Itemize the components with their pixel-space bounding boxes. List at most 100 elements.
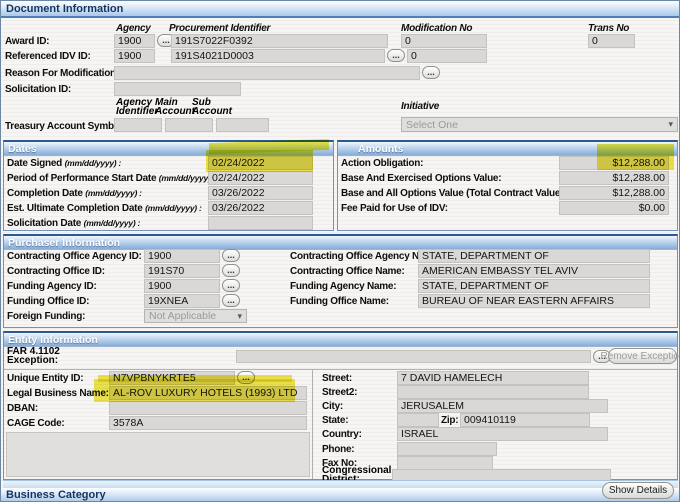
divider xyxy=(4,369,677,370)
section-header-purchaser-information: Purchaser Information xyxy=(4,236,677,250)
base-all-options-field[interactable]: $12,288.00 xyxy=(559,186,669,200)
award-id-label: Award ID: xyxy=(5,35,49,48)
section-header-entity-information: Entity Information xyxy=(4,333,677,347)
action-obligation-label: Action Obligation: xyxy=(341,157,423,170)
funding-office-lookup-icon[interactable]: ... xyxy=(222,294,240,307)
street2-field[interactable] xyxy=(397,385,589,399)
solicitation-date-label: Solicitation Date (mm/dd/yyyy) : xyxy=(7,217,140,230)
funding-office-id-field[interactable]: 19XNEA xyxy=(144,294,220,308)
remove-exception-button[interactable]: Remove Exception xyxy=(608,348,677,364)
completion-date-field[interactable]: 03/26/2022 xyxy=(208,186,313,200)
tas-column-agency-identifier: Agency Identifier xyxy=(116,98,158,116)
country-field[interactable]: ISRAEL xyxy=(397,427,608,441)
phone-field[interactable] xyxy=(397,442,497,456)
pop-start-date-label: Period of Performance Start Date (mm/dd/… xyxy=(7,172,215,185)
foreign-funding-label: Foreign Funding: xyxy=(7,310,85,323)
date-signed-label: Date Signed (mm/dd/yyyy) : xyxy=(7,157,121,170)
funding-agency-lookup-icon[interactable]: ... xyxy=(222,279,240,292)
pop-start-date-field[interactable]: 02/24/2022 xyxy=(208,171,313,185)
solicitation-date-field[interactable] xyxy=(208,216,313,230)
funding-office-name-label: Funding Office Name: xyxy=(290,295,389,308)
initiative-header: Initiative xyxy=(401,100,439,113)
unique-entity-id-label: Unique Entity ID: xyxy=(7,372,83,385)
zip-label: Zip: xyxy=(441,414,458,427)
zip-field[interactable]: 009410119 xyxy=(460,413,590,427)
legal-business-name-field[interactable]: AL-ROV LUXURY HOTELS (1993) LTD xyxy=(109,386,307,400)
referenced-idv-lookup-icon[interactable]: ... xyxy=(387,49,405,62)
base-exercised-options-label: Base And Exercised Options Value: xyxy=(341,172,501,185)
purchaser-section: Purchaser Information Contracting Office… xyxy=(3,234,678,328)
referenced-idv-agency-field[interactable]: 1900 xyxy=(114,49,155,63)
award-trans-no-field[interactable]: 0 xyxy=(588,34,635,48)
date-signed-field[interactable]: 02/24/2022 xyxy=(208,156,313,170)
funding-agency-id-label: Funding Agency ID: xyxy=(7,280,97,293)
ultimate-completion-date-label: Est. Ultimate Completion Date (mm/dd/yyy… xyxy=(7,202,202,215)
amounts-section: Amounts Action Obligation: $12,288.00 Ba… xyxy=(337,140,678,231)
country-label: Country: xyxy=(322,428,362,441)
referenced-idv-id-field[interactable]: 191S4021D0003 xyxy=(171,49,385,63)
chevron-down-icon: ▾ xyxy=(237,311,242,322)
show-details-button[interactable]: Show Details xyxy=(602,482,674,499)
action-obligation-field[interactable]: $12,288.00 xyxy=(559,156,669,170)
contracting-office-name-field[interactable]: AMERICAN EMBASSY TEL AVIV xyxy=(418,264,650,278)
contracting-office-name-label: Contracting Office Name: xyxy=(290,265,405,278)
solicitation-id-label: Solicitation ID: xyxy=(5,83,71,96)
initiative-select[interactable]: Select One ▾ xyxy=(401,117,678,132)
far-exception-label: FAR 4.1102 Exception: xyxy=(7,347,60,365)
street-label: Street: xyxy=(322,372,352,385)
entity-left-empty-panel xyxy=(6,432,310,477)
funding-agency-name-label: Funding Agency Name: xyxy=(290,280,396,293)
chevron-down-icon: ▾ xyxy=(668,119,673,130)
reason-for-modification-field[interactable] xyxy=(114,66,420,80)
treasury-account-symbol-label: Treasury Account Symbol: xyxy=(5,120,125,133)
fax-field[interactable] xyxy=(397,456,493,470)
fee-paid-idv-label: Fee Paid for Use of IDV: xyxy=(341,202,448,215)
fpds-award-form: Document Information Agency Procurement … xyxy=(0,0,680,502)
entity-section: Entity Information FAR 4.1102 Exception:… xyxy=(3,331,678,480)
referenced-idv-mod-field[interactable]: 0 xyxy=(407,49,487,63)
award-modification-no-field[interactable]: 0 xyxy=(401,34,487,48)
state-field[interactable] xyxy=(397,413,439,427)
unique-entity-id-field[interactable]: N7VPBNYKRTE5 xyxy=(109,371,235,385)
tas-agency-identifier-field[interactable] xyxy=(114,118,162,132)
fee-paid-idv-field[interactable]: $0.00 xyxy=(559,201,669,215)
legal-business-name-label: Legal Business Name: xyxy=(7,387,109,400)
contracting-office-agency-lookup-icon[interactable]: ... xyxy=(222,249,240,262)
cage-code-label: CAGE Code: xyxy=(7,417,65,430)
contracting-office-lookup-icon[interactable]: ... xyxy=(222,264,240,277)
dban-field[interactable] xyxy=(109,401,307,415)
award-agency-field[interactable]: 1900 xyxy=(114,34,155,48)
tas-column-main-account: Main Account xyxy=(155,98,195,116)
award-procurement-id-field[interactable]: 191S7022F0392 xyxy=(171,34,388,48)
divider xyxy=(312,370,313,479)
base-exercised-options-field[interactable]: $12,288.00 xyxy=(559,171,669,185)
contracting-office-id-field[interactable]: 191S70 xyxy=(144,264,220,278)
referenced-idv-label: Referenced IDV ID: xyxy=(5,50,91,63)
reason-for-modification-label: Reason For Modification: xyxy=(5,67,119,80)
funding-agency-id-field[interactable]: 1900 xyxy=(144,279,220,293)
city-label: City: xyxy=(322,400,343,413)
tas-sub-account-field[interactable] xyxy=(216,118,269,132)
contracting-office-agency-name-field[interactable]: STATE, DEPARTMENT OF xyxy=(418,249,650,263)
dban-label: DBAN: xyxy=(7,402,38,415)
cage-code-field[interactable]: 3578A xyxy=(109,416,307,430)
ultimate-completion-date-field[interactable]: 03/26/2022 xyxy=(208,201,313,215)
city-field[interactable]: JERUSALEM xyxy=(397,399,608,413)
funding-agency-name-field[interactable]: STATE, DEPARTMENT OF xyxy=(418,279,650,293)
section-header-document-information: Document Information xyxy=(1,1,680,18)
funding-office-name-field[interactable]: BUREAU OF NEAR EASTERN AFFAIRS xyxy=(418,294,650,308)
foreign-funding-select[interactable]: Not Applicable ▾ xyxy=(144,309,247,323)
dates-section: Dates Date Signed (mm/dd/yyyy) : 02/24/2… xyxy=(3,140,334,231)
solicitation-id-field[interactable] xyxy=(114,82,241,96)
far-exception-field[interactable] xyxy=(236,350,591,363)
street-field[interactable]: 7 DAVID HAMELECH xyxy=(397,371,589,385)
reason-for-modification-lookup-icon[interactable]: ... xyxy=(422,66,440,79)
tas-column-sub-account: Sub Account xyxy=(192,98,232,116)
contracting-office-agency-id-field[interactable]: 1900 xyxy=(144,249,220,263)
base-all-options-label: Base and All Options Value (Total Contra… xyxy=(341,187,566,200)
tas-main-account-field[interactable] xyxy=(165,118,213,132)
unique-entity-id-lookup-icon[interactable]: ... xyxy=(237,371,255,384)
funding-office-id-label: Funding Office ID: xyxy=(7,295,89,308)
section-header-business-category: Business Category xyxy=(1,488,680,502)
contracting-office-agency-id-label: Contracting Office Agency ID: xyxy=(7,250,142,263)
